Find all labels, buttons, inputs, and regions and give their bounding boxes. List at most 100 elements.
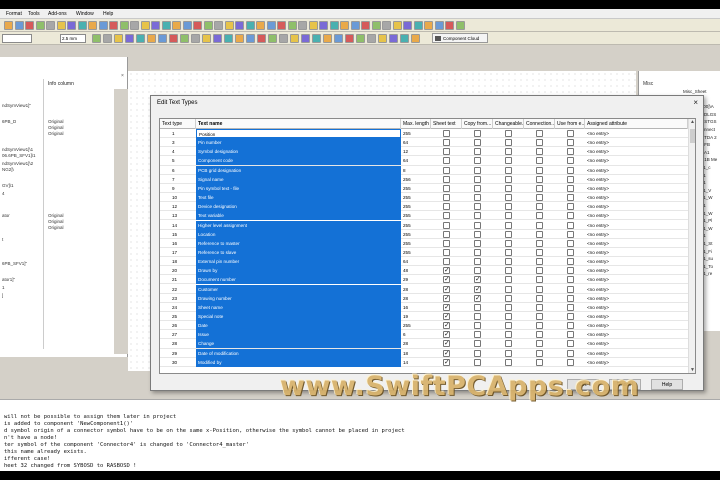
text-name-cell[interactable]: Customer [196, 284, 401, 294]
close-icon[interactable]: × [693, 98, 698, 107]
menu-window[interactable]: Window [76, 11, 94, 17]
text-name-cell[interactable]: Date of modification [196, 348, 401, 358]
max-length-cell[interactable]: 255 [401, 221, 431, 230]
toolbar-tool-button[interactable] [389, 34, 398, 43]
checkbox-chg[interactable] [505, 166, 512, 174]
checkbox-conn[interactable] [536, 340, 543, 348]
scroll-up-icon[interactable]: ▲ [690, 119, 695, 125]
checkbox-use[interactable] [567, 139, 574, 147]
checkbox-conn[interactable] [536, 203, 543, 211]
toolbar-tool-button[interactable] [25, 21, 34, 30]
toolbar-tool-button[interactable] [202, 34, 211, 43]
toolbar-tool-button[interactable] [312, 34, 321, 43]
assigned-attribute-cell[interactable]: <no entry> [585, 312, 688, 321]
checkbox-use[interactable] [567, 322, 574, 330]
close-icon[interactable]: × [121, 73, 124, 79]
toolbar-tool-button[interactable] [46, 21, 55, 30]
assigned-attribute-cell[interactable]: <no entry> [585, 175, 688, 184]
table-row[interactable]: 29 Date of modification18 <no entry> [160, 348, 688, 358]
column-header[interactable]: Assigned attribute [585, 119, 688, 129]
toolbar-tool-button[interactable] [403, 21, 412, 30]
toolbar-tool-button[interactable] [290, 34, 299, 43]
checkbox-use[interactable] [567, 276, 574, 284]
checkbox-sheet[interactable] [443, 184, 450, 192]
table-row[interactable]: 22 Customer28 <no entry> [160, 284, 688, 294]
checkbox-copy[interactable] [474, 313, 481, 320]
text-name-cell[interactable]: Text variable [196, 211, 401, 221]
checkbox-conn[interactable] [536, 358, 543, 366]
text-name-cell[interactable]: Location [196, 229, 401, 239]
text-name-cell[interactable]: Symbol designation [196, 147, 401, 157]
tree-item[interactable]: Misc_Sheet [683, 89, 707, 94]
table-row[interactable]: 4 Symbol designation 12 <no entry> [160, 147, 688, 157]
checkbox-sheet[interactable] [443, 221, 450, 229]
text-name-cell[interactable]: Issue [196, 330, 401, 340]
toolbar-tool-button[interactable] [67, 21, 76, 30]
max-length-cell[interactable]: 16 [401, 303, 431, 312]
checkbox-sheet[interactable] [443, 139, 450, 147]
checkbox-conn[interactable] [536, 139, 543, 147]
max-length-cell[interactable]: 28 [401, 294, 431, 303]
checkbox-chg[interactable] [505, 349, 512, 357]
toolbar-tool-button[interactable] [224, 21, 234, 30]
assigned-attribute-cell[interactable]: <no entry> [585, 230, 688, 239]
checkbox-chg[interactable] [505, 157, 512, 165]
toolbar-tool-button[interactable] [56, 21, 66, 30]
checkbox-conn[interactable] [536, 221, 543, 229]
checkbox-copy[interactable] [474, 258, 481, 266]
toolbar-tool-button[interactable] [378, 34, 387, 43]
table-row[interactable]: 1 Position 255 <no entry> [160, 129, 688, 139]
max-length-cell[interactable]: 19 [401, 312, 431, 321]
max-length-cell[interactable]: 255 [401, 239, 431, 248]
column-header[interactable]: Connection... [524, 119, 555, 129]
toolbar-tool-button[interactable] [340, 21, 349, 30]
checkbox-sheet[interactable] [443, 130, 450, 137]
checkbox-use[interactable] [567, 239, 574, 247]
toolbar-tool-button[interactable] [35, 21, 45, 30]
checkbox-use[interactable] [567, 212, 574, 220]
toolbar-tool-button[interactable] [257, 34, 266, 43]
checkbox-use[interactable] [567, 294, 574, 302]
toolbar-tool-button[interactable] [235, 21, 244, 30]
toolbar-tool-button[interactable] [77, 21, 87, 30]
toolbar-tool-button[interactable] [245, 21, 255, 30]
checkbox-sheet[interactable] [443, 275, 450, 284]
checkbox-use[interactable] [567, 166, 574, 174]
toolbar-tool-button[interactable] [14, 21, 24, 30]
checkbox-sheet[interactable] [443, 148, 450, 156]
max-length-cell[interactable]: 28 [401, 339, 431, 348]
text-name-cell[interactable]: Position [196, 129, 401, 138]
checkbox-use[interactable] [567, 130, 574, 137]
checkbox-sheet[interactable] [443, 258, 450, 266]
checkbox-conn[interactable] [536, 267, 543, 275]
toolbar-tool-button[interactable] [213, 34, 222, 43]
checkbox-use[interactable] [567, 194, 574, 202]
toolbar-tool-button[interactable] [400, 34, 409, 43]
checkbox-conn[interactable] [536, 294, 543, 302]
table-row[interactable]: 26 Date255 <no entry> [160, 321, 688, 331]
scroll-down-icon[interactable]: ▼ [690, 367, 695, 373]
menu-help[interactable]: Help [103, 11, 113, 17]
max-length-cell[interactable]: 8 [401, 166, 431, 175]
checkbox-chg[interactable] [505, 139, 512, 147]
tree-item[interactable]: ndSymView1]" [2, 103, 31, 108]
toolbar-tool-button[interactable] [203, 21, 213, 30]
checkbox-sheet[interactable] [443, 194, 450, 202]
checkbox-use[interactable] [567, 221, 574, 229]
checkbox-sheet[interactable] [443, 212, 450, 220]
table-row[interactable]: 21 Document number29 <no entry> [160, 275, 688, 285]
tree-item[interactable]: ator1]" [2, 277, 15, 282]
toolbar-tool-button[interactable] [298, 21, 307, 30]
toolbar-tool-button[interactable] [136, 34, 145, 43]
toolbar-tool-button[interactable] [356, 34, 365, 43]
component-cloud-button[interactable]: Component Cloud [432, 33, 488, 43]
table-row[interactable]: 13 Text variable 255 <no entry> [160, 211, 688, 221]
checkbox-use[interactable] [567, 303, 574, 311]
toolbar-tool-button[interactable] [169, 34, 178, 43]
toolbar-tool-button[interactable] [172, 21, 181, 30]
checkbox-copy[interactable] [474, 322, 481, 330]
assigned-attribute-cell[interactable]: <no entry> [585, 266, 688, 275]
assigned-attribute-cell[interactable]: <no entry> [585, 193, 688, 202]
table-row[interactable]: 6 PCB grid designation 8 <no entry> [160, 165, 688, 175]
checkbox-copy[interactable] [474, 239, 481, 247]
